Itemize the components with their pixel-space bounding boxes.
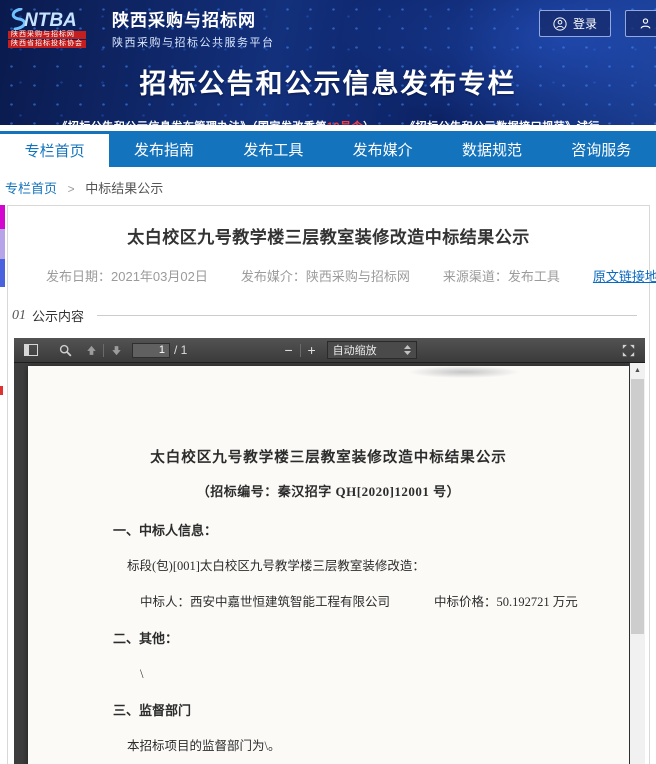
- banner-title: 招标公告和公示信息发布专栏: [0, 62, 656, 101]
- pdf-viewer: / 1 − + 自动缩放 太白校区九号教学楼三层教室装修改造中标结果公示: [14, 338, 645, 764]
- scan-artifact: [409, 366, 519, 378]
- nav-tab[interactable]: 发布工具: [219, 131, 328, 167]
- original-link[interactable]: 原文链接地址: [593, 266, 656, 285]
- page-down-icon[interactable]: [106, 341, 126, 360]
- site-name: 陕西采购与招标网: [112, 6, 275, 31]
- floating-widget-segment[interactable]: [0, 205, 5, 229]
- zoom-select[interactable]: 自动缩放: [327, 341, 417, 359]
- doc-line: 标段(包)[001]太白校区九号教学楼三层教室装修改造：: [127, 560, 629, 574]
- section-divider: [97, 315, 637, 316]
- site-subtitle: 陕西采购与招标公共服务平台: [112, 34, 275, 50]
- doc-line: \: [140, 668, 629, 682]
- floating-widget-segment[interactable]: [0, 259, 5, 287]
- select-spinner-icon: [404, 345, 411, 355]
- page-total: / 1: [174, 343, 187, 357]
- publish-media: 陕西采购与招标网: [306, 269, 410, 284]
- article-title: 太白校区九号教学楼三层教室装修改造中标结果公示: [8, 223, 649, 248]
- nav-tab[interactable]: 发布媒介: [328, 131, 437, 167]
- svg-text:NTBA: NTBA: [24, 10, 77, 30]
- doc-line: 中标人：西安中嘉世恒建筑智能工程有限公司中标价格：50.192721 万元: [140, 596, 629, 610]
- source-channel: 发布工具: [508, 269, 560, 284]
- site-header: NTBA 陕西采购与招标网 陕西省招标投标协会 陕西采购与招标网 陕西采购与招标…: [0, 0, 656, 125]
- login-button[interactable]: 登录: [539, 10, 611, 37]
- floating-widget-strip[interactable]: [0, 205, 5, 287]
- section-title: 公示内容: [32, 306, 84, 325]
- doc-lines: 一、中标人信息： 标段(包)[001]太白校区九号教学楼三层教室装修改造： 中标人：…: [28, 524, 629, 764]
- section-header: 01 公示内容: [12, 306, 637, 325]
- floating-widget-segment[interactable]: [0, 229, 5, 259]
- search-icon[interactable]: [55, 341, 75, 360]
- register-user-icon: [639, 17, 652, 30]
- breadcrumb-current: 中标结果公示: [85, 181, 163, 196]
- doc-line: 三、监督部门: [113, 704, 629, 718]
- pdf-body: 太白校区九号教学楼三层教室装修改造中标结果公示 （招标编号：秦汉招字 QH[20…: [14, 363, 645, 764]
- breadcrumb: 专栏首页 > 中标结果公示: [0, 167, 656, 205]
- nav-tab[interactable]: 数据规范: [437, 131, 546, 167]
- logo-badge: 陕西省招标投标协会: [8, 40, 86, 48]
- doc-line: 一、中标人信息：: [113, 524, 629, 538]
- document-title: 太白校区九号教学楼三层教室装修改造中标结果公示: [28, 366, 629, 467]
- content-card: 太白校区九号教学楼三层教室装修改造中标结果公示 发布日期：2021年03月02日…: [7, 205, 650, 764]
- presentation-mode-icon[interactable]: [618, 341, 638, 360]
- login-user-icon: [553, 17, 567, 31]
- site-logo[interactable]: NTBA 陕西采购与招标网 陕西省招标投标协会 陕西采购与招标网 陕西采购与招标…: [8, 6, 275, 50]
- link-data-spec[interactable]: 《招标公告和公示数据接口规范》试行: [404, 121, 600, 125]
- breadcrumb-separator: >: [68, 182, 75, 196]
- nav-tab[interactable]: 咨询服务: [547, 131, 656, 167]
- nav-tab[interactable]: 专栏首页: [0, 131, 109, 167]
- pdf-scrollbar[interactable]: ▲ ▼: [630, 363, 645, 764]
- sidebar-toggle-icon[interactable]: [21, 341, 41, 360]
- logo-badge: 陕西采购与招标网: [8, 31, 86, 39]
- doc-line: 二、其他：: [113, 632, 629, 646]
- banner-links: 《招标公告和公示信息发布管理办法》（国家发改委第10号令） 《招标公告和公示数据…: [0, 118, 656, 125]
- breadcrumb-home-link[interactable]: 专栏首页: [5, 181, 57, 196]
- nav-tab[interactable]: 发布指南: [109, 131, 218, 167]
- page-number-input[interactable]: [132, 343, 170, 358]
- pdf-toolbar: / 1 − + 自动缩放: [14, 338, 645, 363]
- tab-bar: 专栏首页发布指南发布工具发布媒介数据规范咨询服务: [0, 131, 656, 167]
- zoom-out-button[interactable]: −: [280, 342, 298, 358]
- register-button[interactable]: 注册: [625, 10, 656, 37]
- floating-widget-marker[interactable]: [0, 386, 3, 395]
- scroll-up-icon[interactable]: ▲: [630, 363, 645, 378]
- page-up-icon[interactable]: [81, 341, 101, 360]
- doc-line: 本招标项目的监督部门为\。: [127, 740, 629, 754]
- scrollbar-thumb[interactable]: [631, 379, 644, 634]
- article-meta: 发布日期：2021年03月02日 发布媒介：陕西采购与招标网 来源渠道：发布工具…: [46, 266, 649, 285]
- logo-mark-icon: NTBA 陕西采购与招标网 陕西省招标投标协会: [8, 8, 104, 48]
- link-regulation[interactable]: 《招标公告和公示信息发布管理办法》（国家发改委第10号令）: [56, 121, 374, 125]
- section-number: 01: [12, 308, 26, 324]
- publish-date: 2021年03月02日: [111, 269, 208, 284]
- pdf-page: 太白校区九号教学楼三层教室装修改造中标结果公示 （招标编号：秦汉招字 QH[20…: [28, 366, 629, 764]
- zoom-in-button[interactable]: +: [303, 342, 321, 358]
- document-subtitle: （招标编号：秦汉招字 QH[2020]12001 号）: [28, 481, 629, 500]
